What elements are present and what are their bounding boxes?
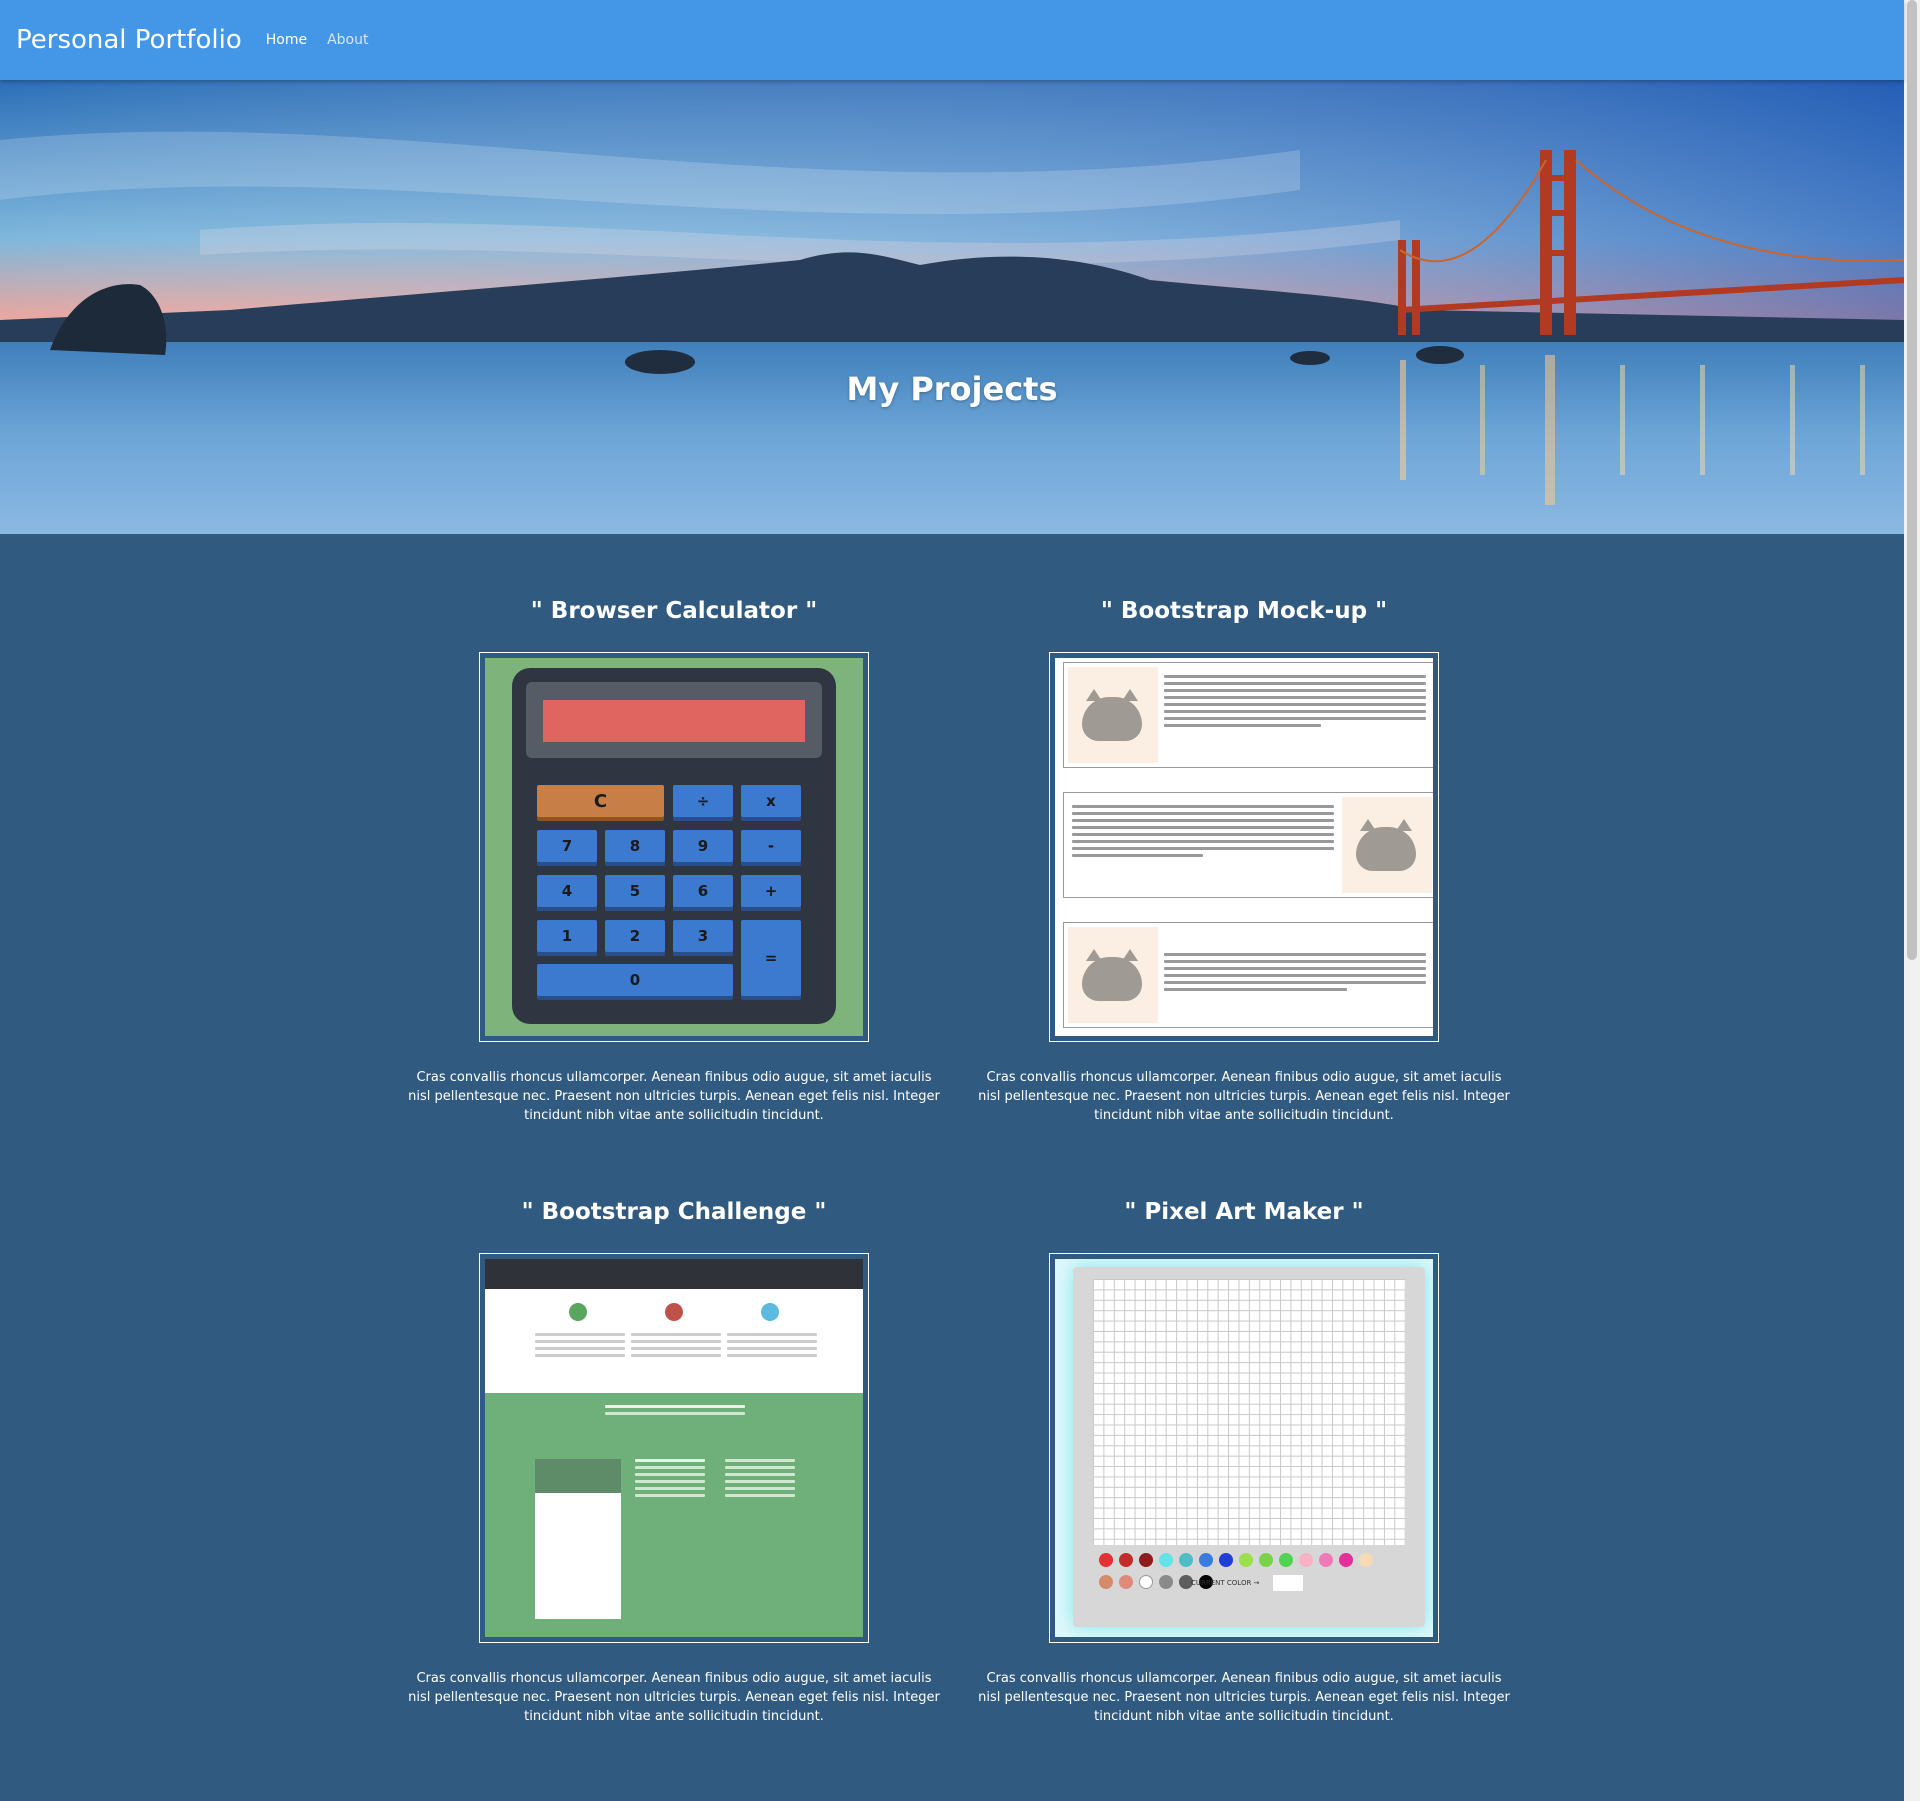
calculator-key-1: 1 <box>537 920 597 952</box>
calculator-key-plus: + <box>741 875 801 907</box>
project-card-pixel-art-maker: " Pixel Art Maker " CURRENT COLOR → Cras… <box>964 1197 1524 1726</box>
mockup-card-party <box>1063 662 1433 768</box>
palette-color-swatch <box>1179 1553 1193 1567</box>
project-description: Cras convallis rhoncus ullamcorper. Aene… <box>408 1671 940 1724</box>
project-description: Cras convallis rhoncus ullamcorper. Aene… <box>978 1070 1510 1123</box>
calculator-key-equals: = <box>741 920 801 996</box>
cat-illustration <box>1356 819 1416 871</box>
nav-link-about[interactable]: About <box>327 32 368 48</box>
calculator-key-8: 8 <box>605 830 665 862</box>
palette-color-swatch <box>1259 1553 1273 1567</box>
mini-navbar <box>485 1259 863 1289</box>
project-title: " Bootstrap Challenge " <box>521 1199 827 1225</box>
hero-title: My Projects <box>846 370 1058 408</box>
palette-color-swatch <box>1319 1553 1333 1567</box>
calculator-key-7: 7 <box>537 830 597 862</box>
pixel-grid <box>1093 1279 1405 1545</box>
cat-image <box>1342 797 1432 893</box>
current-color-swatch <box>1273 1575 1303 1591</box>
features-strip <box>485 1289 863 1393</box>
palette-color-swatch <box>1099 1575 1113 1589</box>
cat-image <box>1068 667 1158 763</box>
calculator-key-9: 9 <box>673 830 733 862</box>
project-card-browser-calculator: " Browser Calculator " C ÷ x 7 8 9 - 4 5… <box>394 596 954 1125</box>
cat-image <box>1068 927 1158 1023</box>
palette-color-swatch <box>1219 1553 1233 1567</box>
project-card-bootstrap-challenge: " Bootstrap Challenge " Cras convallis r… <box>394 1197 954 1726</box>
project-title: " Browser Calculator " <box>530 598 818 624</box>
project-thumbnail-link[interactable]: CURRENT COLOR → <box>1049 1253 1439 1643</box>
calculator-key-divide: ÷ <box>673 785 733 817</box>
scrollbar-thumb[interactable] <box>1907 0 1917 960</box>
project-title: " Bootstrap Mock-up " <box>1100 598 1388 624</box>
download-icon <box>761 1303 779 1321</box>
mockup-card-graduate <box>1063 792 1433 898</box>
palette-color-swatch <box>1119 1553 1133 1567</box>
palette-color-swatch <box>1099 1553 1113 1567</box>
hero-banner: My Projects <box>0 80 1904 534</box>
cat-illustration <box>1082 949 1142 1001</box>
project-thumbnail-link[interactable] <box>1049 652 1439 1042</box>
palette-color-swatch <box>1139 1575 1153 1589</box>
calculator-key-6: 6 <box>673 875 733 907</box>
nav-link-home[interactable]: Home <box>266 32 307 48</box>
calculator-key-4: 4 <box>537 875 597 907</box>
mockup-text-block <box>1072 805 1334 861</box>
calculator-key-clear: C <box>537 785 664 817</box>
list-group <box>535 1459 621 1619</box>
palette-color-swatch <box>1359 1553 1373 1567</box>
check-icon <box>569 1303 587 1321</box>
palette-color-swatch <box>1159 1575 1173 1589</box>
palette-color-swatch <box>1279 1553 1293 1567</box>
cat-illustration <box>1082 689 1142 741</box>
mockup-card-toast <box>1063 922 1433 1028</box>
project-title: " Pixel Art Maker " <box>1124 1199 1364 1225</box>
hero-background-image <box>0 80 1904 534</box>
palette-color-swatch <box>1119 1575 1133 1589</box>
project-card-bootstrap-mockup: " Bootstrap Mock-up " Cras convallis rho… <box>964 596 1524 1125</box>
calculator-screen-frame <box>526 682 822 758</box>
calculator-key-multiply: x <box>741 785 801 817</box>
project-description: Cras convallis rhoncus ullamcorper. Aene… <box>978 1671 1510 1724</box>
bootstrap-challenge-screenshot <box>485 1259 863 1637</box>
project-description: Cras convallis rhoncus ullamcorper. Aene… <box>408 1070 940 1123</box>
palette-color-swatch <box>1159 1553 1173 1567</box>
calculator-key-5: 5 <box>605 875 665 907</box>
calculator-key-minus: - <box>741 830 801 862</box>
palette-color-swatch <box>1199 1553 1213 1567</box>
calculator-key-2: 2 <box>605 920 665 952</box>
palette-color-swatch <box>1139 1553 1153 1567</box>
pixel-art-screenshot: CURRENT COLOR → <box>1055 1259 1433 1637</box>
navbar: Personal Portfolio Home About <box>0 0 1904 80</box>
laptop-icon <box>665 1303 683 1321</box>
current-color-label: CURRENT COLOR → <box>1191 1579 1260 1587</box>
calculator-display <box>543 700 805 742</box>
mockup-screenshot <box>1055 658 1433 1036</box>
brand-link[interactable]: Personal Portfolio <box>16 25 242 55</box>
project-thumbnail-link[interactable]: C ÷ x 7 8 9 - 4 5 6 + 1 2 3 = 0 <box>479 652 869 1042</box>
calculator-body: C ÷ x 7 8 9 - 4 5 6 + 1 2 3 = 0 <box>512 668 836 1024</box>
palette-color-swatch <box>1239 1553 1253 1567</box>
palette-color-swatch <box>1339 1553 1353 1567</box>
pixel-art-panel: CURRENT COLOR → <box>1073 1267 1425 1627</box>
palette-color-swatch <box>1299 1553 1313 1567</box>
calculator-key-3: 3 <box>673 920 733 952</box>
calculator-screenshot: C ÷ x 7 8 9 - 4 5 6 + 1 2 3 = 0 <box>485 658 863 1036</box>
page-scrollbar[interactable] <box>1904 0 1920 1801</box>
mockup-text-block <box>1164 675 1426 731</box>
calculator-key-0: 0 <box>537 964 733 996</box>
mockup-text-block <box>1164 953 1426 995</box>
project-thumbnail-link[interactable] <box>479 1253 869 1643</box>
